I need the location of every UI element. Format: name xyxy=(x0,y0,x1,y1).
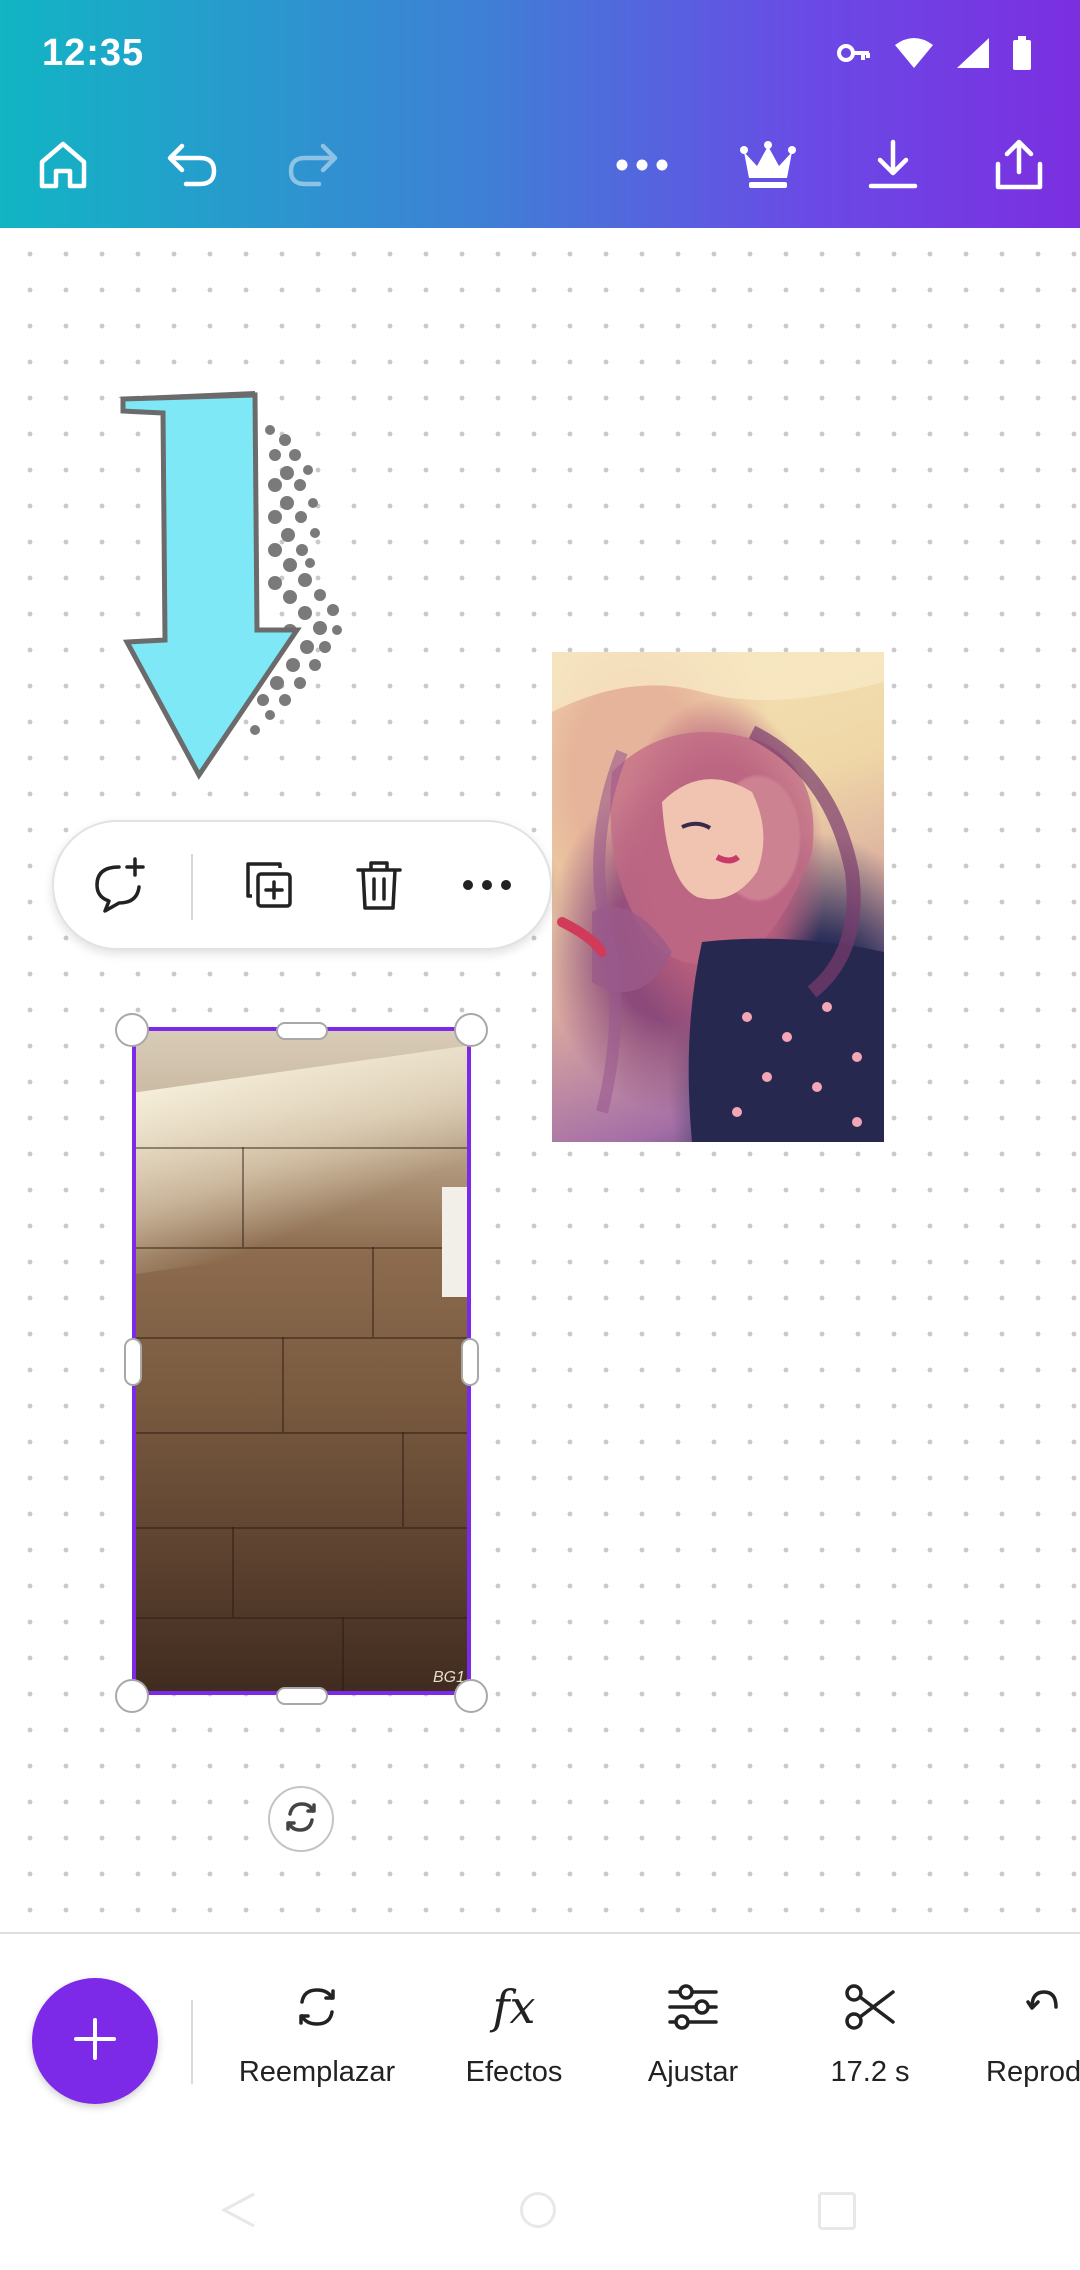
redo-icon xyxy=(285,140,341,190)
replace-tool[interactable]: Reemplazar xyxy=(236,1972,398,2102)
resize-handle-right[interactable] xyxy=(461,1338,479,1386)
more-options-button[interactable] xyxy=(452,852,522,922)
more-options-icon xyxy=(461,878,513,897)
resize-handle-top[interactable] xyxy=(276,1022,328,1040)
adjust-label: Ajustar xyxy=(647,2056,739,2088)
context-separator xyxy=(191,854,193,920)
bottom-toolbar-separator xyxy=(191,2000,193,2084)
effects-tool[interactable]: fx Efectos xyxy=(452,1972,576,2102)
resize-handle-bottom-right[interactable] xyxy=(454,1679,488,1713)
status-time: 12:35 xyxy=(42,32,145,74)
halftone-dots xyxy=(250,425,342,735)
element-context-menu xyxy=(52,820,552,950)
rotate-icon xyxy=(282,1798,320,1841)
home-button[interactable] xyxy=(28,130,98,200)
recents-icon[interactable] xyxy=(818,2192,856,2230)
home-circle-icon[interactable] xyxy=(520,2192,556,2228)
trim-tool[interactable]: 17.2 s xyxy=(810,1972,930,2102)
undo-icon xyxy=(164,140,220,190)
playback-icon xyxy=(986,1972,1080,2042)
resize-handle-bottom-left[interactable] xyxy=(115,1679,149,1713)
replace-label: Reemplazar xyxy=(238,2056,396,2088)
arrow-graphic[interactable] xyxy=(115,385,355,785)
signal-icon xyxy=(956,37,990,69)
resize-handle-left[interactable] xyxy=(124,1338,142,1386)
more-icon xyxy=(614,157,670,173)
delete-icon xyxy=(354,858,404,917)
home-icon xyxy=(36,138,90,192)
resize-handle-top-right[interactable] xyxy=(454,1013,488,1047)
back-icon[interactable] xyxy=(218,2190,258,2235)
download-icon xyxy=(867,138,919,192)
redo-button[interactable] xyxy=(278,130,348,200)
delete-button[interactable] xyxy=(344,852,414,922)
person-photo[interactable] xyxy=(552,652,884,1142)
add-comment-icon xyxy=(89,855,149,920)
wifi-icon xyxy=(894,37,934,69)
replace-icon xyxy=(282,1972,352,2042)
scissors-icon xyxy=(835,1972,905,2042)
undo-button[interactable] xyxy=(157,130,227,200)
more-button[interactable] xyxy=(607,130,677,200)
battery-icon xyxy=(1012,36,1032,70)
vpn-key-icon xyxy=(836,41,872,65)
download-button[interactable] xyxy=(858,130,928,200)
playback-tool[interactable]: Reprod xyxy=(986,1972,1080,2102)
premium-button[interactable] xyxy=(733,130,803,200)
add-button[interactable] xyxy=(32,1978,158,2104)
top-app-bar: 12:35 xyxy=(0,0,1080,228)
trim-duration-label: 17.2 s xyxy=(830,2056,910,2088)
effects-fx-icon: fx xyxy=(492,1980,536,2034)
share-icon xyxy=(993,138,1045,192)
status-icons xyxy=(836,36,1032,70)
floor-video[interactable]: BG1 xyxy=(132,1027,471,1695)
resize-handle-bottom[interactable] xyxy=(276,1687,328,1705)
premium-crown-icon xyxy=(739,140,797,190)
share-button[interactable] xyxy=(984,130,1054,200)
rotate-handle[interactable] xyxy=(268,1786,334,1852)
adjust-tool[interactable]: Ajustar xyxy=(633,1972,753,2102)
resize-handle-top-left[interactable] xyxy=(115,1013,149,1047)
add-comment-button[interactable] xyxy=(84,852,154,922)
plus-icon xyxy=(73,2017,117,2066)
duplicate-icon xyxy=(242,858,296,917)
duplicate-button[interactable] xyxy=(234,852,304,922)
adjust-sliders-icon xyxy=(658,1972,728,2042)
playback-label: Reprod xyxy=(986,2056,1080,2088)
effects-label: Efectos xyxy=(465,2056,563,2088)
